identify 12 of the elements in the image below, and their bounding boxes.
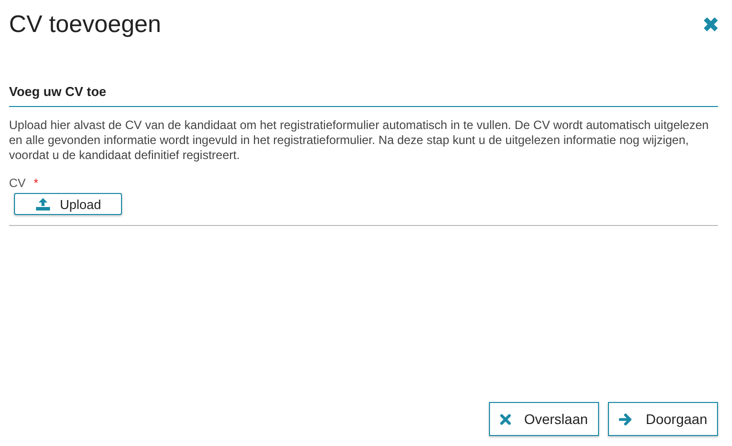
upload-button[interactable]: Upload [14, 193, 122, 215]
arrow-right-icon [618, 412, 633, 426]
continue-button[interactable]: Doorgaan [608, 402, 718, 436]
required-mark: * [34, 176, 38, 190]
close-icon[interactable]: ✖ [702, 14, 720, 36]
description-text: Upload hier alvast de CV van de kandidaat om het registratieformulier automatisch in te vullen. De CV wordt automatisch uitgelezen en alle gevonden informatie wordt ingevuld in het registratieformulier. Na deze stap kunt u de uitgelezen informatie nog wijzigen, voordat u de kandidaat definitief registreert. [9, 118, 710, 163]
dialog-title: CV toevoegen [9, 11, 162, 39]
section-heading: Voeg uw CV toe [9, 84, 718, 107]
skip-button[interactable]: Overslaan [489, 402, 599, 436]
upload-icon [34, 197, 51, 211]
close-icon [500, 414, 512, 424]
field-label: CV [9, 176, 26, 190]
